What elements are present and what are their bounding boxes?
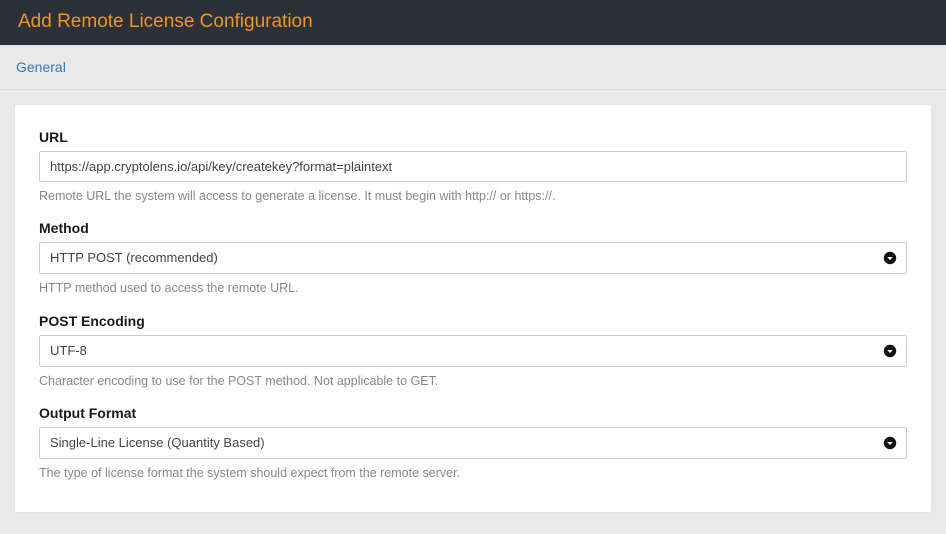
method-select[interactable]: HTTP POST (recommended): [39, 242, 907, 274]
form-group-output-format: Output Format Single-Line License (Quant…: [39, 405, 907, 481]
content-panel: URL Remote URL the system will access to…: [14, 104, 932, 513]
form-group-method: Method HTTP POST (recommended) HTTP meth…: [39, 220, 907, 296]
output-format-label: Output Format: [39, 405, 907, 421]
post-encoding-help: Character encoding to use for the POST m…: [39, 373, 907, 389]
output-format-help: The type of license format the system sh…: [39, 465, 907, 481]
page-title: Add Remote License Configuration: [18, 11, 928, 33]
post-encoding-value: UTF-8: [39, 335, 907, 367]
output-format-select[interactable]: Single-Line License (Quantity Based): [39, 427, 907, 459]
form-group-url: URL Remote URL the system will access to…: [39, 129, 907, 204]
tab-general[interactable]: General: [16, 59, 66, 89]
method-label: Method: [39, 220, 907, 236]
post-encoding-select[interactable]: UTF-8: [39, 335, 907, 367]
page-header: Add Remote License Configuration: [0, 0, 946, 45]
url-input[interactable]: [39, 151, 907, 182]
method-help: HTTP method used to access the remote UR…: [39, 280, 907, 296]
output-format-value: Single-Line License (Quantity Based): [39, 427, 907, 459]
content-wrapper: URL Remote URL the system will access to…: [0, 90, 946, 527]
url-help: Remote URL the system will access to gen…: [39, 188, 907, 204]
form-group-post-encoding: POST Encoding UTF-8 Character encoding t…: [39, 313, 907, 389]
method-value: HTTP POST (recommended): [39, 242, 907, 274]
post-encoding-label: POST Encoding: [39, 313, 907, 329]
url-label: URL: [39, 129, 907, 145]
tabs-bar: General: [0, 45, 946, 90]
